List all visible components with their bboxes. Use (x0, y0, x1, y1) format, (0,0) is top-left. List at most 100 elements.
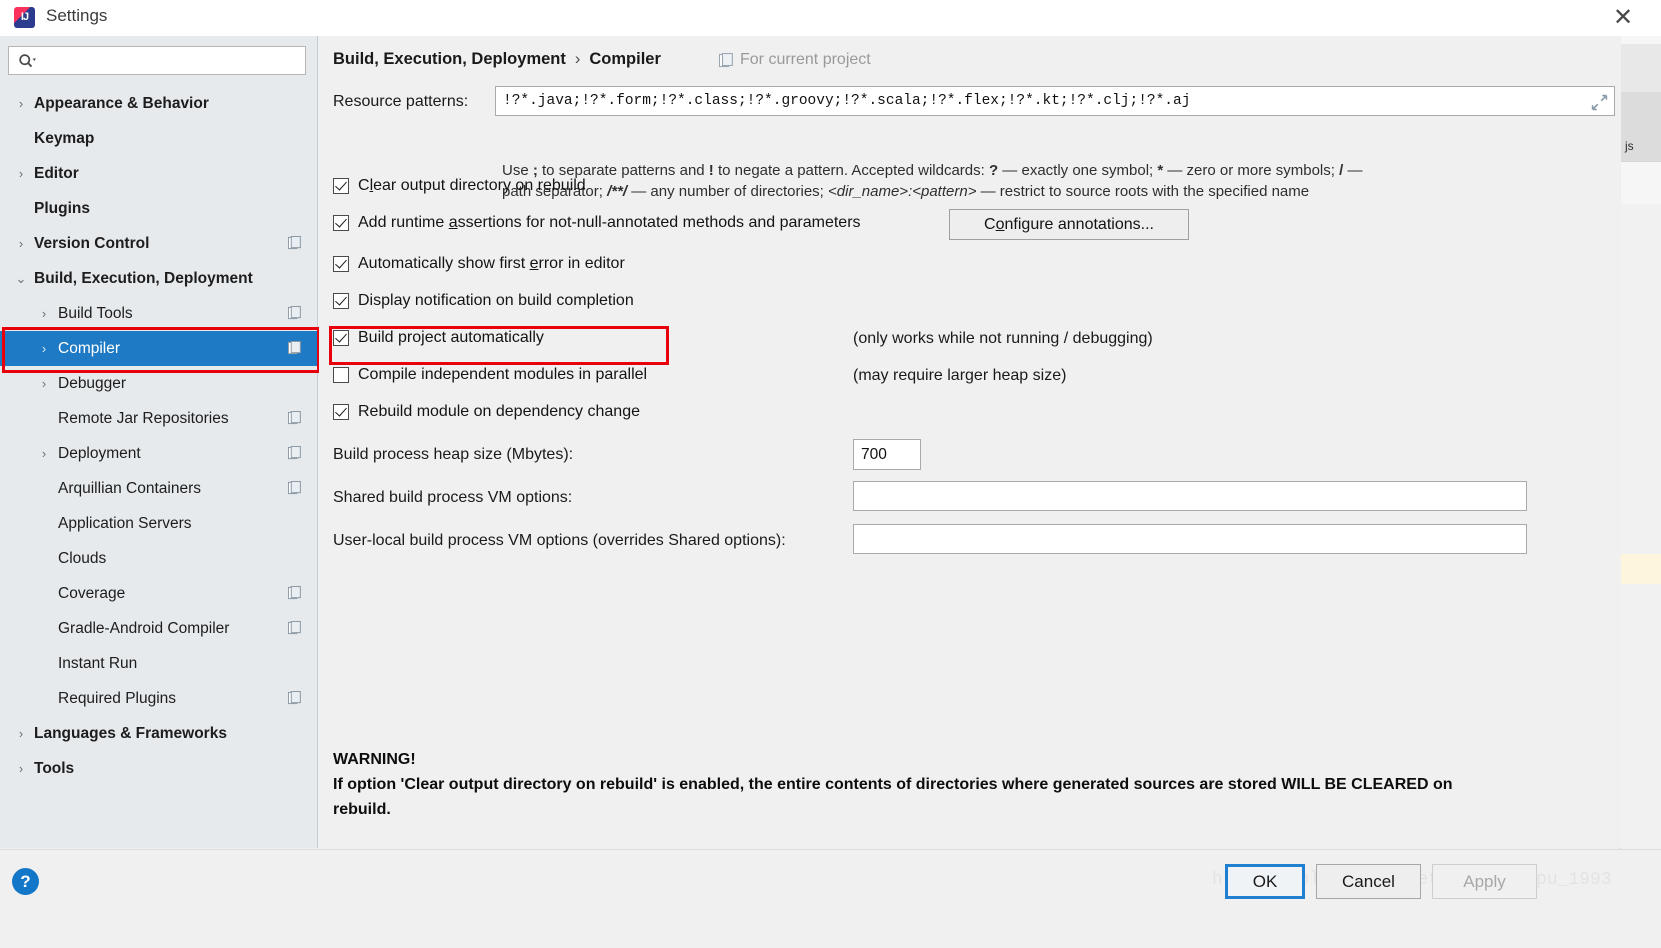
checkbox-row-automatically-show-first-error-in-editor[interactable]: Automatically show first error in editor (333, 255, 625, 273)
project-scope-icon (288, 586, 301, 600)
checkbox-side-note: (only works while not running / debuggin… (853, 330, 1153, 347)
window-title: Settings (46, 6, 108, 25)
sidebar-item-build-execution-deployment[interactable]: ⌄ Build, Execution, Deployment (0, 261, 318, 296)
sidebar-item-label: Remote Jar Repositories (58, 409, 229, 427)
checkbox-row-add-runtime-assertions-for-not-null-annotated-methods-and-parameters[interactable]: Add runtime assertions for not-null-anno… (333, 214, 861, 232)
sidebar-item-plugins[interactable]: Plugins (0, 191, 318, 226)
sidebar-item-required-plugins[interactable]: Required Plugins (0, 681, 318, 716)
shared-vm-options-input[interactable] (854, 482, 1526, 510)
checkbox-label: Automatically show first error in editor (358, 255, 625, 272)
sidebar-item-debugger[interactable]: › Debugger (0, 366, 318, 401)
sidebar-item-clouds[interactable]: Clouds (0, 541, 318, 576)
chevron-right-icon[interactable]: › (14, 97, 28, 110)
chevron-down-icon[interactable]: ⌄ (14, 272, 28, 285)
close-icon[interactable]: ✕ (1605, 3, 1641, 33)
checkbox-checked-icon[interactable] (333, 330, 349, 346)
sidebar-item-tools[interactable]: › Tools (0, 751, 318, 786)
chevron-right-icon[interactable]: › (14, 237, 28, 250)
resource-patterns-input[interactable] (496, 87, 1614, 115)
sidebar-item-build-tools[interactable]: › Build Tools (0, 296, 318, 331)
checkbox-checked-icon[interactable] (333, 293, 349, 309)
sidebar-item-arquillian-containers[interactable]: Arquillian Containers (0, 471, 318, 506)
user-vm-options-input[interactable] (854, 525, 1526, 553)
breadcrumb-separator-icon: › (574, 50, 581, 68)
help-button[interactable]: ? (12, 868, 39, 895)
sidebar-item-compiler[interactable]: › Compiler (0, 331, 318, 366)
configure-annotations-label: Configure annotations... (984, 215, 1154, 233)
checkbox-checked-icon[interactable] (333, 178, 349, 194)
chevron-right-icon[interactable]: › (14, 167, 28, 180)
intellij-idea-icon: IJ (14, 7, 35, 28)
checkbox-row-compile-independent-modules-in-parallel[interactable]: Compile independent modules in parallel (333, 366, 647, 384)
chevron-right-icon[interactable]: › (14, 727, 28, 740)
project-scope-icon (288, 446, 301, 460)
dialog-footer: https://blog.csdn.net/baijinswpu_1993 ? … (0, 849, 1661, 948)
sidebar-item-editor[interactable]: › Editor (0, 156, 318, 191)
sidebar-item-coverage[interactable]: Coverage (0, 576, 318, 611)
checkbox-row-build-project-automatically[interactable]: Build project automatically (333, 329, 544, 347)
background-tab[interactable]: js (1621, 130, 1661, 162)
search-box[interactable] (8, 46, 306, 76)
resource-patterns-label: Resource patterns: (333, 93, 469, 110)
expand-diagonal-icon[interactable] (1591, 94, 1608, 111)
sidebar-item-application-servers[interactable]: Application Servers (0, 506, 318, 541)
checkbox-row-display-notification-on-build-completion[interactable]: Display notification on build completion (333, 292, 634, 310)
search-input[interactable] (43, 47, 305, 76)
project-scope-icon (288, 306, 301, 320)
chevron-right-icon[interactable]: › (37, 307, 51, 320)
chevron-right-icon[interactable]: › (37, 447, 51, 460)
checkbox-checked-icon[interactable] (333, 404, 349, 420)
resource-patterns-hint: Use ; to separate patterns and ! to nega… (502, 160, 1661, 202)
chevron-right-icon[interactable]: › (37, 377, 51, 390)
sidebar-item-label: Required Plugins (58, 689, 177, 707)
hint-globstar: /**/ (607, 183, 628, 200)
checkbox-label: Build project automatically (358, 329, 544, 346)
sidebar-item-remote-jar-repositories[interactable]: Remote Jar Repositories (0, 401, 318, 436)
background-cell-highlight (1621, 554, 1661, 585)
chevron-right-icon[interactable]: › (14, 762, 28, 775)
hint-dir-pattern: <dir_name>:<pattern> (828, 183, 977, 200)
heap-size-field[interactable] (853, 439, 921, 470)
user-vm-options-field[interactable] (853, 524, 1527, 554)
sidebar-item-label: Coverage (58, 584, 126, 602)
sidebar-item-label: Gradle-Android Compiler (58, 619, 230, 637)
sidebar-item-deployment[interactable]: › Deployment (0, 436, 318, 471)
ok-button[interactable]: OK (1225, 864, 1305, 899)
breadcrumb-root[interactable]: Build, Execution, Deployment (333, 50, 566, 68)
checkbox-label: Compile independent modules in parallel (358, 366, 648, 383)
sidebar-item-keymap[interactable]: Keymap (0, 121, 318, 156)
sidebar-item-label: Build Tools (58, 304, 133, 322)
sidebar-item-gradle-android-compiler[interactable]: Gradle-Android Compiler (0, 611, 318, 646)
configure-annotations-button[interactable]: Configure annotations... (949, 209, 1189, 240)
chevron-right-icon[interactable]: › (37, 342, 51, 355)
checkbox-checked-icon[interactable] (333, 256, 349, 272)
checkbox-row-rebuild-module-on-dependency-change[interactable]: Rebuild module on dependency change (333, 403, 640, 421)
breadcrumb: Build, Execution, Deployment › Compiler (333, 50, 661, 69)
checkbox-unchecked-icon[interactable] (333, 367, 349, 383)
settings-tree: › Appearance & Behavior Keymap › Editor Plugi… (0, 86, 318, 846)
hint-text-8: — any number of directories; (627, 183, 829, 200)
sidebar-item-appearance-behavior[interactable]: › Appearance & Behavior (0, 86, 318, 121)
background-cell (1621, 92, 1661, 131)
resource-patterns-field[interactable] (495, 86, 1615, 116)
checkbox-checked-icon[interactable] (333, 215, 349, 231)
project-scope-icon (288, 341, 301, 355)
sidebar-item-instant-run[interactable]: Instant Run (0, 646, 318, 681)
checkbox-label: Display notification on build completion (358, 292, 634, 309)
sidebar-item-languages-frameworks[interactable]: › Languages & Frameworks (0, 716, 318, 751)
shared-vm-options-field[interactable] (853, 481, 1527, 511)
sidebar-item-version-control[interactable]: › Version Control (0, 226, 318, 261)
sidebar-item-label: Clouds (58, 549, 107, 567)
background-cell (1621, 204, 1661, 554)
checkbox-row-clear-output-directory-on-rebuild[interactable]: Clear output directory on rebuild (333, 177, 586, 195)
apply-button[interactable]: Apply (1432, 864, 1537, 899)
hint-text-6: — (1343, 162, 1363, 179)
heap-size-input[interactable] (854, 440, 920, 469)
checkbox-side-note: (may require larger heap size) (853, 367, 1067, 384)
shared-vm-options-label: Shared build process VM options: (333, 489, 573, 506)
sidebar-item-label: Instant Run (58, 654, 138, 672)
warning-body: If option 'Clear output directory on reb… (333, 776, 1453, 818)
cancel-button[interactable]: Cancel (1316, 864, 1421, 899)
hint-text-5: — zero or more symbols; (1163, 162, 1340, 179)
hint-question: ? (988, 162, 999, 179)
